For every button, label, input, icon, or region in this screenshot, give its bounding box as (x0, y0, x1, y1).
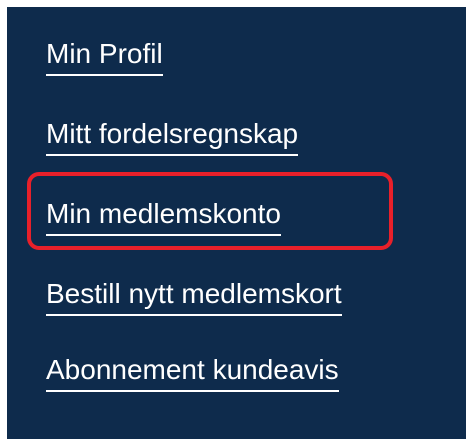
menu-item-medlemskort: Bestill nytt medlemskort (7, 277, 466, 323)
medlemskonto-link[interactable]: Min medlemskonto (46, 197, 281, 236)
menu-item-medlemskonto: Min medlemskonto (7, 197, 466, 243)
menu-item-min-profil: Min Profil (7, 37, 466, 83)
menu-item-kundeavis: Abonnement kundeavis (7, 353, 466, 399)
fordelsregnskap-link[interactable]: Mitt fordelsregnskap (46, 117, 299, 156)
account-menu: Min Profil Mitt fordelsregnskap Min medl… (7, 7, 466, 439)
bestill-medlemskort-link[interactable]: Bestill nytt medlemskort (46, 277, 342, 316)
menu-item-fordelsregnskap: Mitt fordelsregnskap (7, 117, 466, 163)
min-profil-link[interactable]: Min Profil (46, 37, 163, 76)
abonnement-kundeavis-link[interactable]: Abonnement kundeavis (46, 353, 339, 392)
